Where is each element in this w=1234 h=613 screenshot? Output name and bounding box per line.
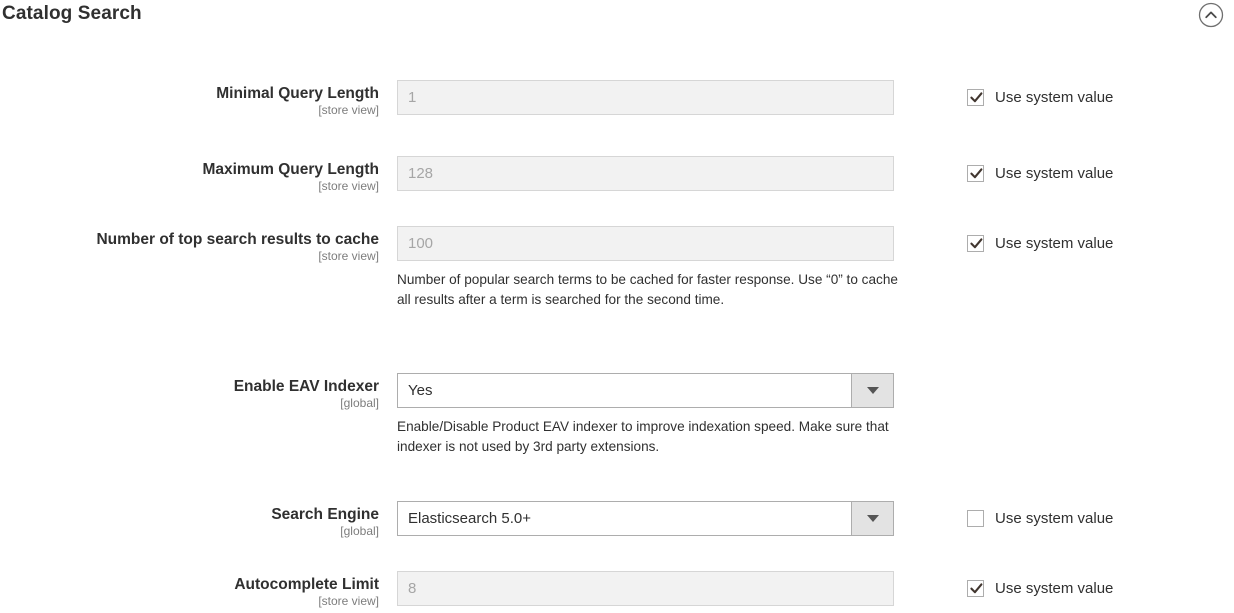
use-system-value-label: Use system value bbox=[995, 580, 1114, 597]
use-system-value-autocomplete-limit[interactable]: Use system value bbox=[967, 580, 1113, 597]
field-control-cell: Number of popular search terms to be cac… bbox=[397, 226, 898, 309]
field-scope: [store view] bbox=[318, 103, 379, 117]
field-label: Maximum Query Length bbox=[202, 161, 379, 178]
field-control-cell bbox=[397, 571, 894, 606]
use-system-value-number-of-top-search-results-to-cache[interactable]: Use system value bbox=[967, 235, 1113, 252]
field-note: Enable/Disable Product EAV indexer to im… bbox=[397, 419, 889, 454]
field-label: Search Engine bbox=[271, 506, 379, 523]
field-label-cell: Search Engine [global] bbox=[0, 501, 397, 539]
field-scope: [store view] bbox=[318, 249, 379, 263]
field-label-cell: Autocomplete Limit [store view] bbox=[0, 571, 397, 609]
field-control-cell bbox=[397, 80, 894, 115]
input-autocomplete-limit bbox=[397, 571, 894, 606]
field-label-cell: Enable EAV Indexer [global] bbox=[0, 373, 397, 411]
input-minimal-query-length bbox=[397, 80, 894, 115]
field-label-cell: Maximum Query Length [store view] bbox=[0, 156, 397, 194]
field-control-cell: Yes Enable/Disable Product EAV indexer to… bbox=[397, 373, 894, 456]
checkbox-checked-icon[interactable] bbox=[967, 580, 984, 597]
field-label-cell: Minimal Query Length [store view] bbox=[0, 80, 397, 118]
checkbox-checked-icon[interactable] bbox=[967, 165, 984, 182]
section-header: Catalog Search bbox=[0, 0, 1234, 46]
field-label-cell: Number of top search results to cache [st… bbox=[0, 226, 397, 264]
field-label: Autocomplete Limit bbox=[234, 576, 379, 593]
field-scope: [store view] bbox=[318, 179, 379, 193]
field-label: Enable EAV Indexer bbox=[233, 378, 379, 395]
use-system-value-minimal-query-length[interactable]: Use system value bbox=[967, 89, 1113, 106]
select-search-engine[interactable]: Elasticsearch 5.0+ bbox=[397, 501, 894, 536]
chevron-up-circle-icon[interactable] bbox=[1196, 0, 1226, 30]
field-label: Minimal Query Length bbox=[216, 85, 379, 102]
field-note: Number of popular search terms to be cac… bbox=[397, 272, 898, 307]
field-scope: [global] bbox=[340, 396, 379, 410]
chevron-down-icon[interactable] bbox=[851, 502, 893, 535]
field-control-cell: Elasticsearch 5.0+ bbox=[397, 501, 894, 536]
field-row-enable-eav-indexer: Enable EAV Indexer [global] Yes Enable/Disa… bbox=[0, 373, 1234, 456]
field-scope: [store view] bbox=[318, 594, 379, 608]
input-number-of-top-search-results-to-cache bbox=[397, 226, 894, 261]
select-enable-eav-indexer[interactable]: Yes bbox=[397, 373, 894, 408]
input-maximum-query-length bbox=[397, 156, 894, 191]
field-control-cell bbox=[397, 156, 894, 191]
field-label: Number of top search results to cache bbox=[96, 231, 379, 248]
select-selected-value: Elasticsearch 5.0+ bbox=[408, 510, 531, 527]
use-system-value-search-engine[interactable]: Use system value bbox=[967, 510, 1113, 527]
checkbox-checked-icon[interactable] bbox=[967, 89, 984, 106]
checkbox-unchecked-icon[interactable] bbox=[967, 510, 984, 527]
field-scope: [global] bbox=[340, 524, 379, 538]
use-system-value-label: Use system value bbox=[995, 510, 1114, 527]
select-selected-value: Yes bbox=[408, 382, 433, 399]
page-title: Catalog Search bbox=[2, 3, 142, 24]
chevron-down-icon[interactable] bbox=[851, 374, 893, 407]
use-system-value-label: Use system value bbox=[995, 235, 1114, 252]
use-system-value-label: Use system value bbox=[995, 165, 1114, 182]
use-system-value-label: Use system value bbox=[995, 89, 1114, 106]
checkbox-checked-icon[interactable] bbox=[967, 235, 984, 252]
use-system-value-maximum-query-length[interactable]: Use system value bbox=[967, 165, 1113, 182]
